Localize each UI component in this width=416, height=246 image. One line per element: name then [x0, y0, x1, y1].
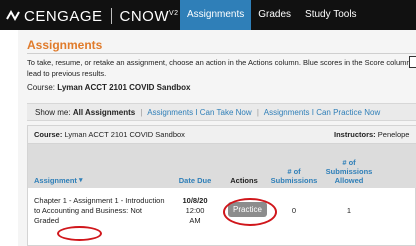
filter-can-practice-now-link[interactable]: Assignments I Can Practice Now [264, 108, 381, 117]
date-due-cell: 10/8/20 12:00 AM [171, 196, 219, 226]
header-submissions-allowed[interactable]: # of Submissions Allowed [319, 144, 379, 188]
filter-label: Show me: [35, 108, 71, 117]
table-course-name: Lyman ACCT 2101 COVID Sandbox [64, 130, 185, 139]
annotation-circle-not-graded [57, 226, 102, 241]
cengage-logo-icon [6, 9, 20, 22]
top-navigation-bar: CENGAGE CNOWV2 Assignments Grades Study … [0, 0, 416, 30]
header-actions: Actions [230, 176, 258, 185]
tab-study-tools[interactable]: Study Tools [298, 0, 364, 30]
assignment-title[interactable]: Chapter 1 - Assignment 1 - Introduction … [34, 196, 165, 215]
main-nav: Assignments Grades Study Tools [180, 0, 364, 30]
sort-down-icon: ▾ [78, 177, 83, 184]
product-name: CNOWV2 [119, 7, 179, 25]
instructors-value: Penelope [377, 130, 410, 139]
assignment-cell: Chapter 1 - Assignment 1 - Introduction … [34, 196, 165, 225]
course-line: Course: Lyman ACCT 2101 COVID Sandbox [27, 83, 190, 92]
filter-divider: | [256, 108, 259, 117]
annotation-circle-practice [223, 198, 277, 226]
header-submissions[interactable]: # of Submissions [269, 144, 319, 188]
due-ampm: AM [189, 216, 201, 225]
header-assignment[interactable]: Assignment ▾ [28, 144, 171, 188]
checkbox[interactable] [409, 56, 416, 68]
brand-name: CENGAGE [24, 7, 103, 25]
due-time: 12:00 [185, 206, 205, 215]
due-date: 10/8/20 [182, 196, 208, 205]
filter-divider: | [140, 108, 143, 117]
instructors-label: Instructors: [334, 130, 376, 139]
table-course-row: Course: Lyman ACCT 2101 COVID Sandbox In… [28, 126, 416, 144]
table-row: Chapter 1 - Assignment 1 - Introduction … [28, 188, 416, 246]
tab-assignments[interactable]: Assignments [180, 0, 252, 30]
header-date-due[interactable]: Date Due [171, 144, 219, 188]
title-divider [27, 53, 416, 54]
page-title: Assignments [27, 38, 103, 52]
brand: CENGAGE CNOWV2 [6, 7, 179, 25]
brand-divider [110, 8, 112, 24]
filter-can-take-now-link[interactable]: Assignments I Can Take Now [147, 108, 251, 117]
instructors: Instructors: Penelope [334, 126, 409, 144]
assignments-table: Course: Lyman ACCT 2101 COVID Sandbox In… [27, 125, 416, 246]
instructions-text: To take, resume, or retake an assignment… [27, 58, 411, 78]
table-course-label: Course: [34, 130, 63, 139]
course-label: Course: [27, 83, 56, 92]
submissions-allowed-cell: 1 [346, 206, 352, 215]
course-name: Lyman ACCT 2101 COVID Sandbox [57, 83, 191, 92]
tab-grades[interactable]: Grades [251, 0, 298, 30]
filter-all-assignments[interactable]: All Assignments [73, 108, 135, 117]
filter-bar: Show me: All Assignments | Assignments I… [27, 103, 416, 121]
